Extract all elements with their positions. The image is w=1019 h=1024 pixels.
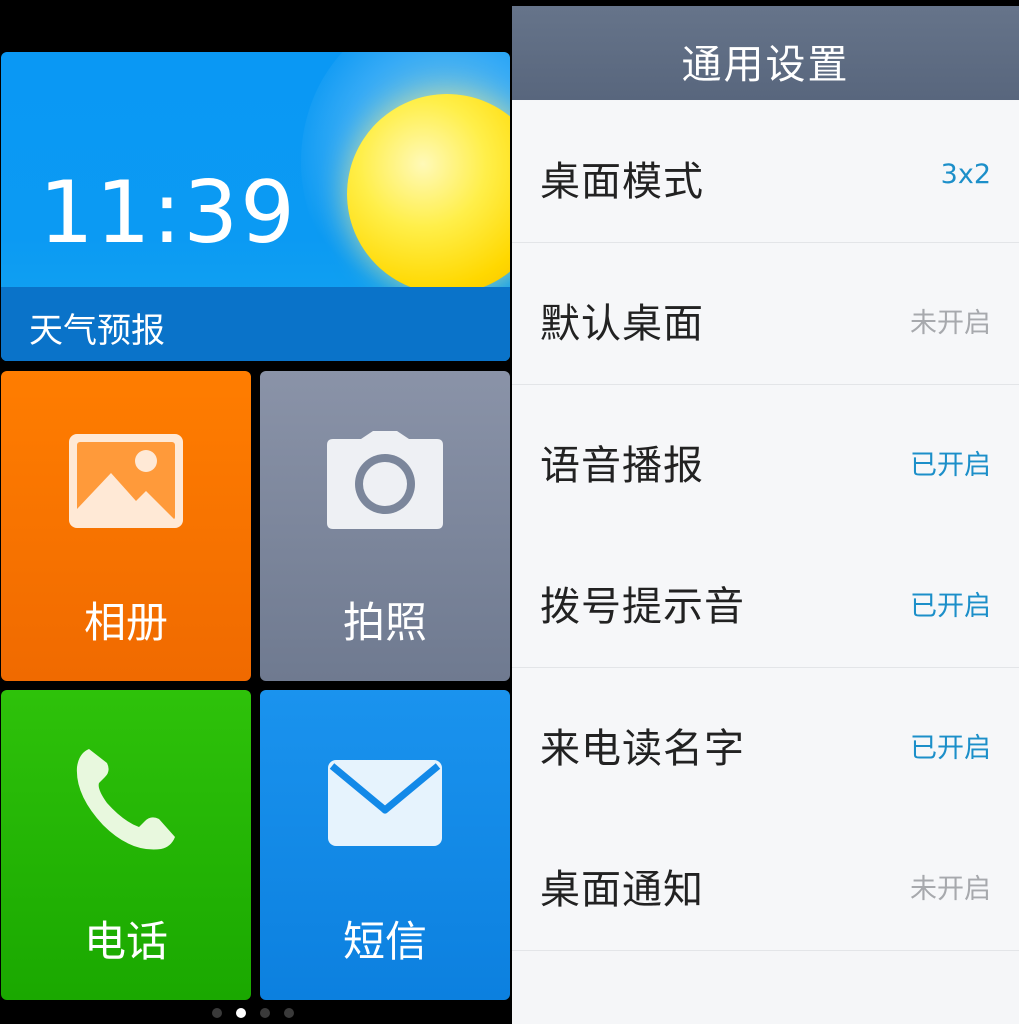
camera-icon bbox=[327, 431, 443, 529]
setting-name: 桌面通知 bbox=[540, 867, 704, 913]
settings-header: 通用设置 bbox=[512, 6, 1019, 100]
phone-label: 电话 bbox=[83, 917, 168, 966]
setting-row-voice-broadcast[interactable]: 语音播报 已开启 bbox=[512, 385, 1019, 527]
setting-row-desktop-mode[interactable]: 桌面模式 3x2 bbox=[512, 101, 1019, 243]
setting-name: 拨号提示音 bbox=[540, 584, 745, 630]
setting-row-default-desktop[interactable]: 默认桌面 未开启 bbox=[512, 243, 1019, 385]
phone-tile[interactable]: 电话 bbox=[1, 690, 251, 1000]
setting-value: 已开启 bbox=[910, 733, 991, 764]
weather-label: 天气预报 bbox=[29, 311, 165, 351]
setting-value: 3x2 bbox=[940, 159, 991, 190]
album-label: 相册 bbox=[83, 598, 168, 647]
album-tile[interactable]: 相册 bbox=[1, 371, 251, 681]
setting-value: 已开启 bbox=[910, 450, 991, 481]
launcher-screen: 11:39 天气预报 相册 拍照 电话 短信 bbox=[0, 0, 512, 1024]
setting-row-caller-name[interactable]: 来电读名字 已开启 bbox=[512, 668, 1019, 810]
setting-name: 来电读名字 bbox=[540, 726, 745, 772]
page-dot-1[interactable] bbox=[212, 1008, 222, 1018]
setting-row-dial-tone[interactable]: 拨号提示音 已开启 bbox=[512, 526, 1019, 668]
camera-label: 拍照 bbox=[342, 598, 427, 647]
page-dot-2[interactable] bbox=[236, 1008, 246, 1018]
weather-label-band: 天气预报 bbox=[1, 287, 510, 361]
picture-icon bbox=[69, 434, 183, 528]
settings-screen: 通用设置 桌面模式 3x2 默认桌面 未开启 语音播报 已开启 拨号提示音 已开… bbox=[512, 0, 1019, 1024]
page-indicator bbox=[212, 1008, 294, 1018]
weather-widget[interactable]: 11:39 天气预报 bbox=[1, 52, 510, 361]
camera-tile[interactable]: 拍照 bbox=[260, 371, 510, 681]
setting-value: 已开启 bbox=[910, 591, 991, 622]
clock-time: 11:39 bbox=[39, 163, 297, 263]
phone-icon bbox=[76, 749, 175, 850]
setting-name: 桌面模式 bbox=[540, 159, 704, 205]
sms-tile[interactable]: 短信 bbox=[260, 690, 510, 1000]
page-dot-4[interactable] bbox=[284, 1008, 294, 1018]
setting-name: 默认桌面 bbox=[540, 301, 704, 347]
page-dot-3[interactable] bbox=[260, 1008, 270, 1018]
envelope-icon bbox=[328, 760, 442, 846]
settings-title: 通用设置 bbox=[681, 42, 850, 88]
setting-name: 语音播报 bbox=[540, 443, 704, 489]
sms-label: 短信 bbox=[342, 917, 427, 966]
setting-row-desktop-notify[interactable]: 桌面通知 未开启 bbox=[512, 809, 1019, 951]
setting-value: 未开启 bbox=[910, 308, 991, 339]
setting-value: 未开启 bbox=[910, 874, 991, 905]
